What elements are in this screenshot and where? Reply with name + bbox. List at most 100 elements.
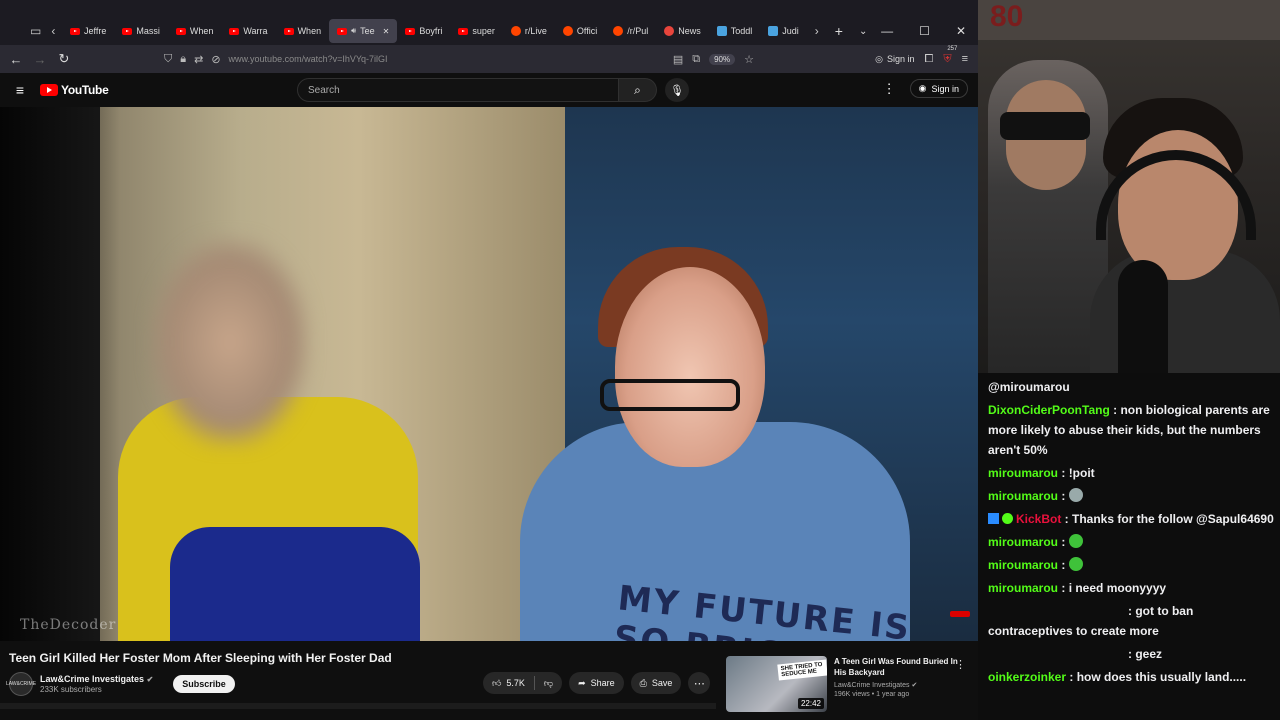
chat-message: : geez bbox=[988, 644, 1277, 664]
new-tab-button[interactable]: + bbox=[827, 23, 851, 39]
recommended-title[interactable]: A Teen Girl Was Found Buried In His Back… bbox=[834, 656, 964, 678]
video-glasses bbox=[600, 379, 740, 411]
youtube-logo-text: YouTube bbox=[61, 83, 109, 97]
share-button[interactable]: ➦ Share bbox=[569, 672, 624, 694]
stream-overlay: 80 @miroumarou DixonCiderPoonTang : non b… bbox=[978, 0, 1280, 720]
recommended-meta: 196K views • 1 year ago bbox=[834, 691, 910, 698]
chat-username[interactable]: miroumarou bbox=[988, 466, 1058, 480]
minimize-icon[interactable]: — bbox=[881, 24, 893, 38]
address-bar[interactable]: ⛉ 🔒︎ ⇄ ⊘ www.youtube.com/watch?v=IhVYq-7… bbox=[164, 48, 754, 70]
youtube-signin-button[interactable]: ◉ Sign in bbox=[909, 79, 968, 98]
like-dislike-group: 👍︎ 5.7K 👎︎ bbox=[483, 672, 563, 694]
chat-username[interactable]: DixonCiderPoonTang bbox=[988, 403, 1110, 417]
reload-icon[interactable]: ↻ bbox=[52, 51, 76, 67]
more-actions-button[interactable]: ⋯ bbox=[688, 672, 711, 694]
thumbs-up-icon: 👍︎ bbox=[492, 677, 502, 688]
maximize-icon[interactable]: ☐ bbox=[919, 24, 930, 38]
browser-tab[interactable]: When bbox=[276, 19, 330, 43]
account-signin-button[interactable]: ◎ Sign in bbox=[875, 54, 914, 65]
browser-tab[interactable]: Toddl bbox=[709, 19, 761, 43]
menu-icon[interactable]: ≡ bbox=[962, 53, 968, 65]
wall-logo: 80 bbox=[990, 0, 1024, 33]
lock-icon[interactable]: 🔒︎ bbox=[180, 53, 186, 66]
search-input[interactable] bbox=[297, 78, 619, 102]
browser-tab[interactable]: /r/Pul bbox=[605, 19, 656, 43]
youtube-favicon-icon bbox=[283, 27, 294, 35]
forward-icon[interactable]: → bbox=[28, 52, 52, 67]
browser-tab[interactable]: Offici bbox=[555, 19, 605, 43]
chat-message: : got to ban contraceptives to create mo… bbox=[988, 601, 1277, 641]
browser-tab[interactable]: Judi bbox=[760, 19, 807, 43]
like-button[interactable]: 👍︎ 5.7K bbox=[483, 678, 534, 689]
tab-label: When bbox=[297, 26, 322, 36]
reader-view-icon[interactable]: ▤ bbox=[673, 53, 683, 66]
chat-username[interactable]: KickBot bbox=[1016, 512, 1061, 526]
video-woman-face bbox=[615, 267, 765, 467]
close-tab-icon[interactable]: ✕ bbox=[383, 27, 390, 36]
chat-separator: : bbox=[1061, 512, 1073, 526]
browser-tab[interactable]: Massi bbox=[114, 19, 168, 43]
tab-scroll-right-icon[interactable]: › bbox=[807, 24, 827, 38]
pip-icon[interactable]: ⧉ bbox=[692, 53, 700, 66]
browser-tab[interactable]: super bbox=[450, 19, 503, 43]
chat-username[interactable]: miroumarou bbox=[988, 489, 1058, 503]
tab-list-dropdown-icon[interactable]: ⌄ bbox=[851, 26, 875, 37]
browser-tab[interactable]: News bbox=[656, 19, 709, 43]
ublock-icon[interactable]: ⛨ 257 bbox=[943, 46, 957, 66]
webcam-goggles bbox=[1000, 112, 1090, 140]
tab-label: Offici bbox=[576, 26, 598, 36]
recommended-info: A Teen Girl Was Found Buried In His Back… bbox=[834, 656, 964, 712]
chat-message: miroumarou : bbox=[988, 486, 1277, 506]
browser-tab[interactable]: 🔊︎ Tee ✕ bbox=[329, 19, 398, 43]
browser-tab[interactable]: r/Live bbox=[503, 19, 555, 43]
browser-tab[interactable]: Warra bbox=[221, 19, 275, 43]
thumbs-down-icon: 👎︎ bbox=[543, 677, 554, 688]
recommended-thumbnail[interactable]: SHE TRIED TO SEDUCE ME 22:42 bbox=[726, 656, 827, 712]
shield-icon[interactable]: ⛉ bbox=[164, 53, 172, 66]
chat-separator: : bbox=[1058, 466, 1069, 480]
youtube-logo[interactable]: YouTube bbox=[40, 83, 109, 97]
tab-scroll-left-icon[interactable]: ‹ bbox=[51, 24, 55, 38]
chat-text: : got to ban contraceptives to create mo… bbox=[988, 604, 1194, 638]
zoom-level[interactable]: 90% bbox=[709, 53, 736, 65]
subscribe-button[interactable]: Subscribe bbox=[173, 675, 235, 693]
save-button[interactable]: ⎙ Save bbox=[630, 672, 682, 694]
channel-name[interactable]: Law&Crime Investigates bbox=[40, 674, 144, 684]
chat-text: @miroumarou bbox=[988, 380, 1070, 394]
chat-emote-icon bbox=[1068, 534, 1083, 548]
settings-kebab-icon[interactable]: ⋮ bbox=[883, 81, 896, 97]
guide-menu-icon[interactable]: ≡ bbox=[0, 82, 40, 98]
channel-avatar[interactable]: LAW&CRIME bbox=[6, 672, 36, 696]
chat-username[interactable]: miroumarou bbox=[988, 535, 1058, 549]
url-text[interactable]: www.youtube.com/watch?v=IhVYq-7ilGI bbox=[229, 54, 388, 64]
chat-username[interactable]: oinkerzoinker bbox=[988, 670, 1066, 684]
voice-search-button[interactable]: 🎙︎ bbox=[665, 78, 689, 102]
youtube-signin-label: Sign in bbox=[931, 83, 959, 94]
chat-message: oinkerzoinker : how does this usually la… bbox=[988, 667, 1277, 687]
channel-name-row[interactable]: Law&Crime Investigates ✔︎ bbox=[40, 674, 153, 684]
browser-tab[interactable]: Boyfri bbox=[397, 19, 450, 43]
chat-username[interactable]: miroumarou bbox=[988, 558, 1058, 572]
permissions-icon[interactable]: ⇄ bbox=[194, 53, 203, 66]
recommended-menu-icon[interactable]: ⋮ bbox=[955, 658, 966, 671]
video-player[interactable]: MY FUTURE IS SO BRIGHT TheDecoder bbox=[0, 107, 978, 641]
speaker-icon[interactable]: 🔊︎ bbox=[351, 26, 356, 36]
recommended-channel-row[interactable]: Law&Crime Investigates ✔︎ bbox=[834, 681, 964, 689]
search-button[interactable]: ⌕ bbox=[619, 78, 657, 102]
video-vignette bbox=[0, 107, 120, 641]
navigation-toolbar: ← → ↻ ⛉ 🔒︎ ⇄ ⊘ www.youtube.com/watch?v=I… bbox=[0, 45, 978, 73]
close-window-icon[interactable]: ✕ bbox=[956, 24, 966, 38]
recommended-channel[interactable]: Law&Crime Investigates bbox=[834, 682, 909, 689]
browser-tab[interactable]: Jeffre bbox=[62, 19, 114, 43]
dislike-button[interactable]: 👎︎ bbox=[535, 678, 562, 689]
news-favicon-icon bbox=[664, 26, 675, 36]
chat-username[interactable]: miroumarou bbox=[988, 581, 1058, 595]
autoplay-blocked-icon[interactable]: ⊘ bbox=[211, 53, 220, 66]
youtube-favicon-icon bbox=[229, 27, 240, 35]
tab-overview-icon[interactable]: ▭ bbox=[30, 24, 41, 38]
recommended-video[interactable]: SHE TRIED TO SEDUCE ME 22:42 A Teen Girl… bbox=[726, 656, 972, 712]
bookmark-star-icon[interactable]: ☆ bbox=[744, 53, 754, 66]
browser-tab[interactable]: When bbox=[168, 19, 222, 43]
extensions-icon[interactable]: ⧠ bbox=[925, 53, 934, 66]
back-icon[interactable]: ← bbox=[4, 52, 28, 67]
